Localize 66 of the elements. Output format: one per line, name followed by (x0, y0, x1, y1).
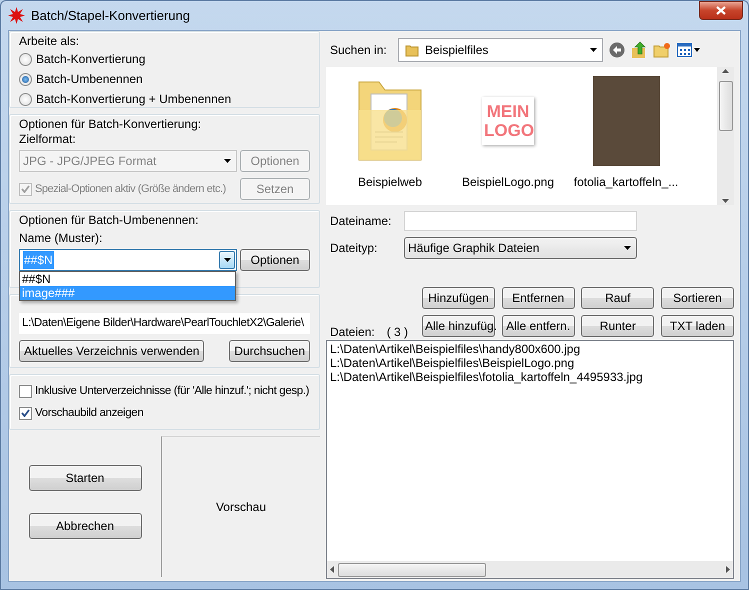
field-label: Name (Muster): (19, 231, 104, 246)
file-list-item[interactable]: L:\Daten\Artikel\Beispielfiles\fotolia_kartoffeln_4495933.jpg (330, 370, 730, 384)
field-label: Suchen in: (329, 42, 388, 59)
push-button[interactable]: Alle entfern. (502, 315, 575, 337)
file-item[interactable]: MEIN LOGO BeispielLogo.png (454, 75, 562, 205)
radio-label[interactable]: Batch-Umbenennen (36, 70, 143, 88)
file-list-item[interactable]: L:\Daten\Artikel\Beispielfiles\handy800x600.jpg (330, 342, 730, 356)
push-button[interactable]: Starten (28, 464, 142, 490)
dropdown-option[interactable]: ##$N (20, 272, 235, 286)
dropdown-arrow-icon (624, 246, 630, 250)
push-button[interactable]: Alle hinzufüg. (422, 315, 495, 337)
close-button[interactable] (699, 1, 743, 20)
push-button[interactable]: Rauf (581, 287, 654, 309)
horizontal-scrollbar[interactable] (327, 561, 733, 578)
folder-dropdown[interactable]: Beispielfiles (398, 38, 603, 62)
radio-button[interactable] (19, 92, 32, 106)
window-title: Batch/Stapel-Konvertierung (31, 6, 190, 25)
push-button[interactable]: Durchsuchen (229, 340, 310, 362)
folder-icon (357, 80, 423, 162)
dropdown-arrow-icon (590, 48, 596, 52)
preview-label: Vorschau (216, 499, 266, 516)
checkmark-icon (21, 185, 30, 193)
file-item[interactable]: Beispielweb (336, 75, 444, 205)
dropdown-arrow-icon (224, 159, 230, 163)
view-menu-icon[interactable] (677, 43, 701, 57)
field-label: Zielformat: (19, 132, 77, 147)
radio-label[interactable]: Batch-Konvertierung + Umbenennen (36, 90, 232, 108)
scroll-down-icon (722, 199, 729, 203)
back-icon[interactable] (609, 42, 625, 58)
filename-field[interactable] (404, 211, 637, 231)
file-item[interactable]: fotolia_kartoffeln_... (572, 75, 680, 205)
radio-label[interactable]: Batch-Konvertierung (36, 50, 146, 68)
group-label: Arbeite als: (19, 34, 80, 49)
scroll-right-icon (726, 566, 730, 573)
filetype-dropdown[interactable]: Häufige Graphik Dateien (404, 237, 637, 259)
group-label: Optionen für Batch-Umbenennen: (19, 213, 200, 228)
scroll-up-icon (722, 69, 729, 73)
push-button[interactable]: Abbrechen (28, 512, 142, 538)
checkbox-option[interactable]: Inklusive Unterverzeichnisse (für 'Alle hinzuf.'; nicht gesp.) (19, 380, 310, 402)
radio-button[interactable] (19, 72, 32, 86)
group-label: Optionen für Batch-Konvertierung: (19, 117, 202, 132)
checkbox-option[interactable]: Vorschaubild anzeigen (19, 402, 310, 424)
up-folder-icon[interactable] (631, 41, 647, 59)
file-list-item[interactable]: L:\Daten\Artikel\Beispielfiles\BeispielLogo.png (330, 356, 730, 370)
new-folder-icon[interactable] (653, 42, 671, 58)
push-button[interactable]: TXT laden (660, 315, 734, 337)
folder-icon (405, 43, 419, 57)
field-label: Dateityp: (329, 240, 378, 257)
push-button[interactable]: Entfernen (502, 287, 575, 309)
push-button[interactable]: Runter (581, 315, 654, 337)
scroll-left-icon (330, 566, 334, 573)
close-icon (716, 6, 726, 15)
field-label: Dateiname: (329, 213, 392, 230)
dropdown-arrow-icon (224, 258, 230, 262)
radio-button[interactable] (19, 52, 32, 66)
push-button[interactable]: Optionen (240, 249, 310, 271)
push-button[interactable]: Sortieren (660, 287, 734, 309)
vertical-scrollbar[interactable] (717, 67, 734, 205)
path-field[interactable]: L:\Daten\Eigene Bilder\Hardware\PearlTouchletX2\Galerie\ (19, 313, 310, 334)
push-button[interactable]: Hinzufügen (422, 287, 495, 309)
checkmark-icon (21, 409, 30, 417)
push-button[interactable]: Aktuelles Verzeichnis verwenden (19, 340, 204, 362)
field-label: Dateien: (330, 324, 375, 341)
app-icon (8, 7, 25, 24)
logo-thumbnail: MEIN LOGO (482, 97, 534, 145)
file-count: ( 3 ) (386, 324, 408, 341)
